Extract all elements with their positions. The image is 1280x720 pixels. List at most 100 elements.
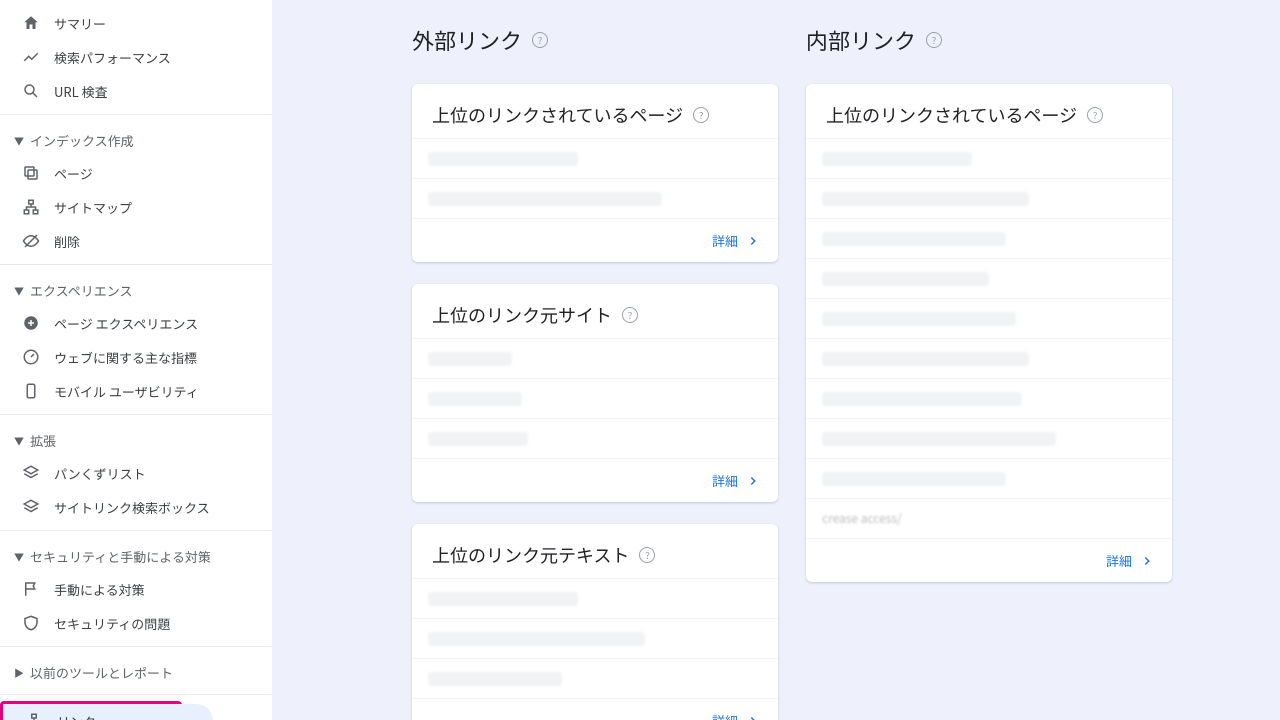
details-link[interactable]: 詳細 bbox=[712, 231, 760, 250]
sidebar-item-links[interactable]: リンク bbox=[3, 704, 213, 720]
external-links-column: 外部リンク ? 上位のリンクされているページ ? 詳細 bbox=[412, 24, 778, 720]
list-item[interactable] bbox=[412, 618, 778, 658]
details-link[interactable]: 詳細 bbox=[1106, 551, 1154, 570]
list-item[interactable] bbox=[806, 458, 1172, 498]
list-item[interactable] bbox=[806, 138, 1172, 178]
sidebar-item-label: サイトリンク検索ボックス bbox=[54, 498, 210, 517]
sidebar-item-label: サマリー bbox=[54, 14, 106, 33]
list-item[interactable] bbox=[412, 338, 778, 378]
sidebar-group-indexing[interactable]: ▼ インデックス作成 bbox=[0, 121, 272, 156]
home-icon bbox=[22, 14, 40, 32]
divider bbox=[0, 646, 272, 647]
sidebar-item-page-experience[interactable]: ページ エクスペリエンス bbox=[0, 306, 272, 340]
sidebar-item-label: サイトマップ bbox=[54, 198, 132, 217]
list-item[interactable] bbox=[412, 578, 778, 618]
main-content: 外部リンク ? 上位のリンクされているページ ? 詳細 bbox=[272, 0, 1280, 720]
sidebar-item-search-performance[interactable]: 検索パフォーマンス bbox=[0, 40, 272, 74]
link-tree-icon bbox=[25, 712, 43, 720]
list-item[interactable]: crease access/ bbox=[806, 498, 1172, 538]
chevron-right-icon bbox=[1140, 554, 1154, 568]
list-item[interactable] bbox=[806, 258, 1172, 298]
trend-icon bbox=[22, 48, 40, 66]
sidebar-group-legacy[interactable]: ▶ 以前のツールとレポート bbox=[0, 653, 272, 688]
chevron-right-icon: ▶ bbox=[12, 665, 26, 680]
layers-icon bbox=[22, 464, 40, 482]
list-item[interactable] bbox=[412, 378, 778, 418]
details-link[interactable]: 詳細 bbox=[712, 711, 760, 720]
sitemap-icon bbox=[22, 198, 40, 216]
sidebar-group-label: 以前のツールとレポート bbox=[30, 663, 173, 682]
list-item[interactable] bbox=[806, 218, 1172, 258]
help-icon[interactable]: ? bbox=[926, 32, 942, 48]
sidebar-item-label: パンくずリスト bbox=[54, 464, 146, 483]
card-title: 上位のリンク元サイト bbox=[432, 302, 612, 328]
column-title: 外部リンク bbox=[412, 24, 522, 56]
sidebar-item-label: ページ エクスペリエンス bbox=[54, 314, 198, 333]
divider bbox=[0, 694, 272, 695]
sidebar-item-sitemaps[interactable]: サイトマップ bbox=[0, 190, 272, 224]
column-title: 内部リンク bbox=[806, 24, 916, 56]
help-icon[interactable]: ? bbox=[622, 307, 638, 323]
sidebar-item-label: ウェブに関する主な指標 bbox=[54, 348, 197, 367]
sidebar-item-core-web-vitals[interactable]: ウェブに関する主な指標 bbox=[0, 340, 272, 374]
copy-icon bbox=[22, 164, 40, 182]
list-item[interactable] bbox=[806, 338, 1172, 378]
sidebar-item-breadcrumbs[interactable]: パンくずリスト bbox=[0, 456, 272, 490]
blurred-text: crease access/ bbox=[822, 510, 902, 527]
details-link[interactable]: 詳細 bbox=[712, 471, 760, 490]
sidebar-item-pages[interactable]: ページ bbox=[0, 156, 272, 190]
list-item[interactable] bbox=[806, 298, 1172, 338]
sidebar-item-url-inspect[interactable]: URL 検査 bbox=[0, 74, 272, 108]
flag-icon bbox=[22, 580, 40, 598]
chevron-down-icon: ▼ bbox=[12, 433, 26, 448]
chevron-down-icon: ▼ bbox=[12, 133, 26, 148]
search-icon bbox=[22, 82, 40, 100]
sidebar-item-manual-actions[interactable]: 手動による対策 bbox=[0, 572, 272, 606]
details-label: 詳細 bbox=[712, 231, 738, 250]
sidebar-item-security-issues[interactable]: セキュリティの問題 bbox=[0, 606, 272, 640]
sidebar-group-security[interactable]: ▼ セキュリティと手動による対策 bbox=[0, 537, 272, 572]
eye-off-icon bbox=[22, 232, 40, 250]
chevron-right-icon bbox=[746, 474, 760, 488]
sidebar-item-sitelinks-search[interactable]: サイトリンク検索ボックス bbox=[0, 490, 272, 524]
sidebar-item-removals[interactable]: 削除 bbox=[0, 224, 272, 258]
card-top-linking-sites: 上位のリンク元サイト ? 詳細 bbox=[412, 284, 778, 502]
divider bbox=[0, 264, 272, 265]
list-item[interactable] bbox=[806, 378, 1172, 418]
chevron-right-icon bbox=[746, 714, 760, 720]
divider bbox=[0, 114, 272, 115]
help-icon[interactable]: ? bbox=[639, 547, 655, 563]
sidebar: サマリー 検索パフォーマンス URL 検査 ▼ インデックス作成 ページ サイト… bbox=[0, 0, 272, 720]
card-top-linking-text: 上位のリンク元テキスト ? 詳細 bbox=[412, 524, 778, 720]
sidebar-item-label: モバイル ユーザビリティ bbox=[54, 382, 199, 401]
sidebar-group-label: エクスペリエンス bbox=[30, 281, 132, 300]
sidebar-group-label: インデックス作成 bbox=[30, 131, 134, 150]
list-item[interactable] bbox=[412, 418, 778, 458]
card-title: 上位のリンクされているページ bbox=[826, 102, 1077, 128]
sidebar-item-summary[interactable]: サマリー bbox=[0, 6, 272, 40]
sidebar-item-label: 手動による対策 bbox=[54, 580, 145, 599]
list-item[interactable] bbox=[412, 138, 778, 178]
sidebar-item-label: 検索パフォーマンス bbox=[54, 48, 171, 67]
layers-icon bbox=[22, 498, 40, 516]
card-title: 上位のリンク元テキスト bbox=[432, 542, 629, 568]
help-icon[interactable]: ? bbox=[532, 32, 548, 48]
sidebar-group-experience[interactable]: ▼ エクスペリエンス bbox=[0, 271, 272, 306]
help-icon[interactable]: ? bbox=[693, 107, 709, 123]
details-label: 詳細 bbox=[712, 711, 738, 720]
list-item[interactable] bbox=[806, 418, 1172, 458]
sidebar-item-mobile-usability[interactable]: モバイル ユーザビリティ bbox=[0, 374, 272, 408]
list-item[interactable] bbox=[412, 178, 778, 218]
list-item[interactable] bbox=[412, 658, 778, 698]
gauge-icon bbox=[22, 348, 40, 366]
sidebar-item-label: URL 検査 bbox=[54, 82, 108, 101]
sidebar-group-label: 拡張 bbox=[30, 431, 56, 450]
list-item[interactable] bbox=[806, 178, 1172, 218]
sidebar-item-label: リンク bbox=[57, 712, 96, 720]
chevron-down-icon: ▼ bbox=[12, 283, 26, 298]
sidebar-group-enhancements[interactable]: ▼ 拡張 bbox=[0, 421, 272, 456]
card-top-linked-pages-external: 上位のリンクされているページ ? 詳細 bbox=[412, 84, 778, 262]
details-label: 詳細 bbox=[1106, 551, 1132, 570]
help-icon[interactable]: ? bbox=[1087, 107, 1103, 123]
highlight-annotation: リンク bbox=[0, 701, 182, 720]
